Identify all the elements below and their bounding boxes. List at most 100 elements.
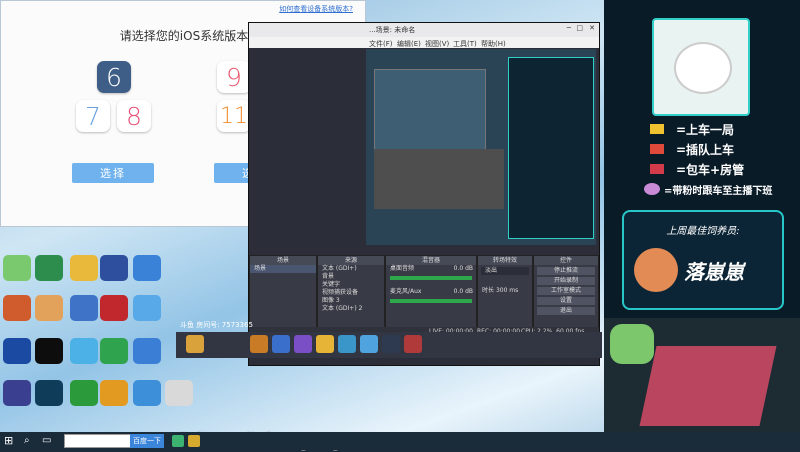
task-view-icon[interactable]: ▭	[42, 435, 54, 447]
search-icon[interactable]: ⌕	[24, 435, 36, 447]
desktop-icon[interactable]	[3, 338, 31, 364]
source-item[interactable]: 关键字	[318, 281, 384, 289]
source-item[interactable]: 视频捕获设备	[318, 289, 384, 297]
preview-desktop-capture	[374, 69, 486, 151]
obs-preview-canvas[interactable]	[366, 49, 596, 245]
source-item[interactable]: 文本 (GDI+) 2	[318, 305, 384, 313]
desktop-icon[interactable]	[70, 255, 98, 281]
desktop-icon[interactable]	[70, 380, 98, 406]
scene-item[interactable]: 场景	[250, 265, 316, 273]
version-tile-9[interactable]: 9	[217, 61, 251, 93]
tool-icon[interactable]	[382, 335, 400, 353]
preview-overlay	[508, 57, 594, 239]
camera-scene	[604, 318, 800, 432]
plane-icon	[650, 164, 664, 174]
desktop-icon[interactable]	[100, 295, 128, 321]
tool-icon[interactable]	[316, 335, 334, 353]
scenes-header: 场景	[250, 256, 316, 265]
best-keeper-frame: 上周最佳饲养员: 落崽崽	[622, 210, 784, 310]
version-tile-6[interactable]: 6	[97, 61, 131, 93]
obs-title-bar: ...场景: 未命名 ─ □ ✕	[249, 23, 599, 37]
desktop-icon[interactable]	[100, 380, 128, 406]
tool-icon[interactable]	[360, 335, 378, 353]
version-tile-8[interactable]: 8	[117, 100, 151, 132]
menu-help[interactable]: 帮助(H)	[481, 39, 506, 49]
sources-panel: 来源 文本 (GDI+) 背景 关键字 视频捕获设备 图像 3 文本 (GDI+…	[317, 255, 385, 329]
settings-button[interactable]: 设置	[537, 297, 595, 305]
source-item[interactable]: 背景	[318, 273, 384, 281]
desktop-icon[interactable]	[70, 295, 98, 321]
menu-edit[interactable]: 编辑(E)	[397, 39, 421, 49]
search-button[interactable]: 百度一下	[130, 434, 164, 448]
desktop-icon[interactable]	[133, 255, 161, 281]
desktop-icon[interactable]	[3, 295, 31, 321]
menu-file[interactable]: 文件(F)	[369, 39, 393, 49]
stop-stream-button[interactable]: 停止推流	[537, 267, 595, 275]
maximize-icon[interactable]: □	[576, 24, 583, 32]
phone-screen	[639, 346, 777, 426]
taskbar-app-icon[interactable]	[188, 435, 200, 447]
dog-avatar-icon	[634, 248, 678, 292]
mixer-track-db: 0.0 dB	[453, 265, 473, 272]
version-tile-11[interactable]: 11	[217, 100, 251, 132]
desktop-icon[interactable]	[35, 295, 63, 321]
exit-button[interactable]: 退出	[537, 307, 595, 315]
controls-panel: 控件 停止推流 开始录制 工作室模式 设置 退出	[533, 255, 599, 329]
menu-tools[interactable]: 工具(T)	[453, 39, 477, 49]
desktop-icon[interactable]	[3, 380, 31, 406]
mixer-slider[interactable]	[390, 299, 472, 303]
controls-header: 控件	[534, 256, 598, 265]
help-link[interactable]: 如何查看设备系统版本?	[279, 4, 353, 14]
desktop-icon[interactable]	[35, 255, 63, 281]
tool-icon[interactable]	[338, 335, 356, 353]
studio-mode-button[interactable]: 工作室模式	[537, 287, 595, 295]
desktop-icon[interactable]	[133, 338, 161, 364]
duration-label: 时长	[482, 287, 495, 294]
obs-title: ...场景: 未命名	[369, 26, 416, 34]
desktop-icon[interactable]	[133, 380, 161, 406]
mixer-track-desktop: 桌面音频 0.0 dB	[386, 265, 476, 273]
desktop-icon[interactable]	[35, 338, 63, 364]
scenes-panel: 场景 场景	[249, 255, 317, 329]
transition-select[interactable]: 淡出	[481, 267, 529, 275]
badge-icon	[644, 183, 660, 195]
mixer-track-db: 0.0 dB	[453, 288, 473, 295]
select-button-left[interactable]: 选择	[72, 163, 154, 183]
tool-icon[interactable]	[250, 335, 268, 353]
minimize-icon[interactable]: ─	[567, 24, 571, 32]
best-keeper-caption: 上周最佳饲养员:	[666, 226, 740, 237]
close-icon[interactable]: ✕	[589, 24, 595, 32]
desktop-icon[interactable]	[35, 380, 63, 406]
mixer-slider[interactable]	[390, 276, 472, 280]
mixer-panel: 混音器 桌面音频 0.0 dB 麦克风/Aux 0.0 dB	[385, 255, 477, 329]
source-item[interactable]: 图像 3	[318, 297, 384, 305]
menu-view[interactable]: 视图(V)	[425, 39, 449, 49]
desktop-icon[interactable]	[70, 338, 98, 364]
preview-obs-mirror	[374, 149, 504, 209]
version-tile-7[interactable]: 7	[76, 100, 110, 132]
mixer-track-mic: 麦克风/Aux 0.0 dB	[386, 288, 476, 296]
tool-strip	[176, 332, 602, 358]
mixer-header: 混音器	[386, 256, 476, 265]
rule-3: =包车+房管	[676, 163, 745, 177]
windows-start-icon[interactable]: ⊞	[4, 435, 16, 447]
rule-2: =插队上车	[676, 143, 735, 157]
source-item[interactable]: 文本 (GDI+)	[318, 265, 384, 273]
desktop-icon[interactable]	[3, 255, 31, 281]
obs-window: ...场景: 未命名 ─ □ ✕ 文件(F) 编辑(E) 视图(V) 工具(T)…	[248, 22, 600, 366]
tool-icon[interactable]	[272, 335, 290, 353]
tool-icon[interactable]	[186, 335, 204, 353]
sources-header: 来源	[318, 256, 384, 265]
desktop-icon[interactable]	[100, 255, 128, 281]
room-id-label: 斗鱼 房间号: 7573365	[180, 321, 253, 329]
desktop-icon[interactable]	[100, 338, 128, 364]
tool-icon[interactable]	[294, 335, 312, 353]
desktop-icon[interactable]	[133, 295, 161, 321]
duration-value[interactable]: 300 ms	[496, 287, 518, 294]
tool-icon[interactable]	[404, 335, 422, 353]
transitions-panel: 转场特效 淡出 时长 300 ms	[477, 255, 533, 329]
desktop-icon[interactable]	[165, 380, 193, 406]
ticket-icon	[650, 124, 664, 134]
start-recording-button[interactable]: 开始录制	[537, 277, 595, 285]
taskbar-app-icon[interactable]	[172, 435, 184, 447]
